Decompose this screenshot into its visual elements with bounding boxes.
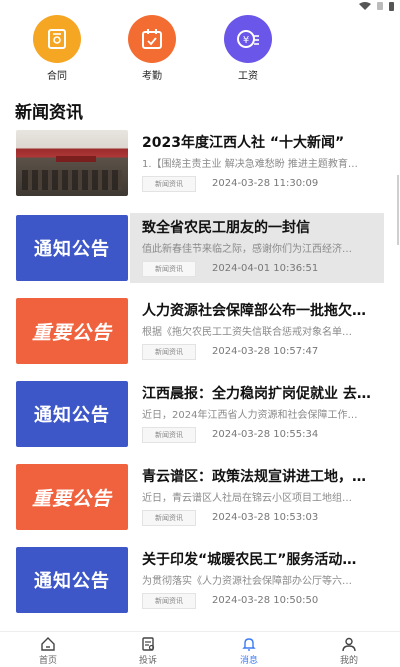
news-title: 致全省农民工朋友的一封信: [142, 220, 310, 236]
news-title: 人力资源社会保障部公布一批拖欠…: [142, 303, 366, 319]
news-time: 2024-03-28 10:53:03: [212, 512, 319, 523]
news-summary: 近日，青云谱区人社局在锦云小区项目工地组…: [142, 493, 352, 504]
news-tag: 新闻资讯: [142, 261, 196, 277]
thumbnail-text: 通知公告: [34, 571, 110, 592]
complaint-icon: [142, 637, 155, 651]
news-thumbnail: 重要公告: [16, 298, 128, 364]
quick-link-label: 工资: [238, 71, 258, 82]
thumbnail-text: 重要公告: [31, 321, 112, 344]
bottom-tab-bar: 首页 投诉 消息 我的: [0, 631, 400, 667]
news-time: 2024-04-01 10:36:51: [212, 263, 319, 274]
quick-link-salary[interactable]: ¥ 工资: [218, 15, 278, 82]
news-summary: 近日，2024年江西省人力资源和社会保障工作…: [142, 410, 358, 421]
news-item[interactable]: 通知公告 江西晨报：全力稳岗扩岗促就业 去… 近日，2024年江西省人力资源和社…: [0, 379, 400, 453]
quick-links: 合同 考勤 ¥ 工资: [0, 12, 400, 82]
news-title: 2023年度江西人社 “十大新闻”: [142, 135, 345, 151]
quick-link-contract[interactable]: 合同: [27, 15, 87, 82]
news-thumbnail: 通知公告: [16, 547, 128, 613]
news-time: 2024-03-28 10:57:47: [212, 346, 319, 357]
news-title: 江西晨报：全力稳岗扩岗促就业 去…: [142, 386, 371, 402]
news-summary: 根据《拖欠农民工工资失信联合惩戒对象名单…: [142, 327, 352, 338]
news-thumbnail: 通知公告: [16, 215, 128, 281]
wifi-icon: [359, 2, 371, 10]
quick-link-label: 考勤: [142, 71, 162, 82]
news-item[interactable]: 重要公告 人力资源社会保障部公布一批拖欠… 根据《拖欠农民工工资失信联合惩戒对象…: [0, 296, 400, 370]
news-thumbnail: 通知公告: [16, 381, 128, 447]
news-item[interactable]: 通知公告 致全省农民工朋友的一封信 值此新春佳节来临之际，感谢你们为江西经济… …: [0, 213, 400, 287]
attendance-icon: [128, 15, 176, 63]
tab-label: 首页: [38, 656, 57, 666]
news-tag: 新闻资讯: [142, 427, 196, 443]
thumbnail-text: 重要公告: [31, 487, 112, 510]
news-title: 青云谱区：政策法规宣讲进工地，…: [142, 469, 366, 485]
photo-banner: [56, 156, 96, 162]
contract-icon: [33, 15, 81, 63]
news-thumbnail-photo: [16, 130, 128, 196]
tab-label: 投诉: [138, 656, 157, 666]
news-title: 关于印发“城暖农民工”服务活动…: [142, 552, 357, 568]
news-item[interactable]: 通知公告 关于印发“城暖农民工”服务活动… 为贯彻落实《人力资源社会保障部办公厅…: [0, 545, 400, 619]
news-time: 2024-03-28 10:50:50: [212, 595, 319, 606]
section-title: 新闻资讯: [15, 103, 83, 123]
svg-text:¥: ¥: [243, 35, 249, 46]
tab-messages[interactable]: 消息: [224, 636, 274, 666]
news-tag: 新闻资讯: [142, 176, 196, 192]
news-item[interactable]: 重要公告 青云谱区：政策法规宣讲进工地，… 近日，青云谱区人社局在锦云小区项目工…: [0, 462, 400, 536]
home-icon: [41, 637, 55, 651]
news-summary: 为贯彻落实《人力资源社会保障部办公厅等六…: [142, 576, 352, 587]
tab-complaint[interactable]: 投诉: [123, 636, 173, 666]
status-icons: [359, 0, 394, 12]
news-tag: 新闻资讯: [142, 510, 196, 526]
tab-home[interactable]: 首页: [23, 636, 73, 666]
quick-link-attendance[interactable]: 考勤: [122, 15, 182, 82]
news-summary: 值此新春佳节来临之际，感谢你们为江西经济…: [142, 244, 352, 255]
thumbnail-text: 通知公告: [34, 405, 110, 426]
status-bar: [0, 0, 400, 12]
bell-icon: [242, 638, 256, 651]
scrollbar[interactable]: [397, 175, 399, 245]
tab-label: 消息: [239, 656, 258, 666]
user-icon: [342, 637, 356, 652]
news-summary: 1.【围绕主责主业 解决急难愁盼 推进主题教育…: [142, 159, 358, 170]
news-thumbnail: 重要公告: [16, 464, 128, 530]
news-tag: 新闻资讯: [142, 344, 196, 360]
news-time: 2024-03-28 10:55:34: [212, 429, 319, 440]
quick-link-label: 合同: [47, 71, 67, 82]
battery-icon: [389, 1, 394, 11]
salary-icon: ¥: [224, 15, 272, 63]
news-time: 2024-03-28 11:30:09: [212, 178, 319, 189]
photo-audience: [22, 170, 122, 190]
sim-icon: [377, 2, 383, 10]
news-tag: 新闻资讯: [142, 593, 196, 609]
news-item[interactable]: 2023年度江西人社 “十大新闻” 1.【围绕主责主业 解决急难愁盼 推进主题教…: [0, 128, 400, 202]
thumbnail-text: 通知公告: [34, 239, 110, 260]
tab-profile[interactable]: 我的: [324, 636, 374, 666]
tab-label: 我的: [339, 656, 358, 666]
